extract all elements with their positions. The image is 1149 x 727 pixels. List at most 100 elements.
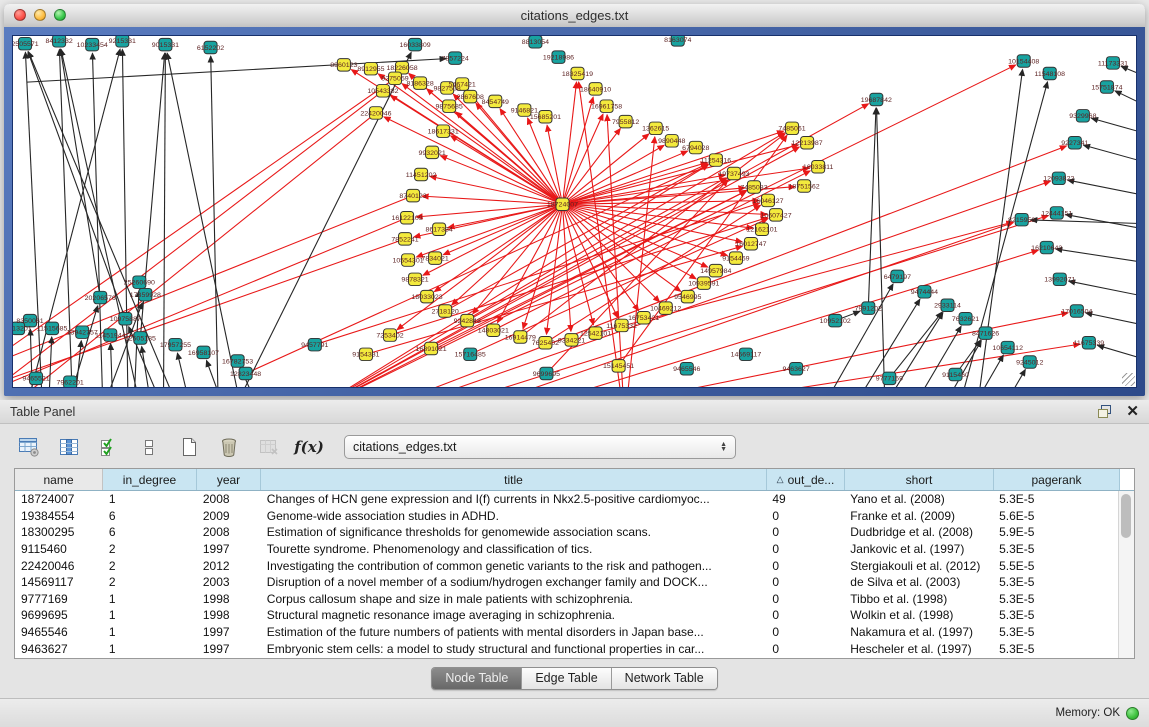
graph-node-label: 15716485	[455, 352, 486, 359]
scrollbar-thumb[interactable]	[1121, 494, 1131, 538]
status-bar: Memory: OK	[0, 698, 1149, 727]
table-row[interactable]: 1872400712008Changes of HCN gene express…	[15, 491, 1119, 508]
resize-grip[interactable]	[1122, 373, 1135, 386]
cell: 1	[103, 492, 197, 506]
zoom-window-button[interactable]	[54, 9, 66, 21]
cell: 9777169	[15, 592, 103, 606]
delete-column-icon[interactable]	[216, 434, 242, 460]
close-panel-icon[interactable]: ✕	[1126, 404, 1139, 419]
graph-node-label: 18226058	[386, 65, 417, 72]
graph-node-label: 9015331	[152, 42, 179, 49]
graph-node-label: 10233454	[77, 42, 108, 49]
graph-node-label: 15145451	[603, 363, 634, 370]
screen: citations_edges.txt 18724007896012389129…	[0, 0, 1149, 727]
graph-edge	[562, 97, 593, 204]
delete-table-icon	[256, 434, 282, 460]
column-header-year[interactable]: year	[197, 469, 261, 490]
cell: 1997	[197, 542, 261, 556]
cell: Investigating the contribution of common…	[261, 559, 767, 573]
graph-node-label: 17016504	[1061, 309, 1092, 316]
graph-node-label: 9227341	[1061, 140, 1088, 147]
cell: 22420046	[15, 559, 103, 573]
table-row[interactable]: 969969511998Structural magnetic resonanc…	[15, 607, 1119, 624]
graph-node-label: 8960123	[330, 62, 357, 69]
graph-node-label: 9546995	[674, 294, 701, 301]
column-header-pagerank[interactable]: pagerank	[994, 469, 1120, 490]
table-row[interactable]: 2242004622012Investigating the contribut…	[15, 557, 1119, 574]
cell: 2009	[197, 509, 261, 523]
graph-node-label: 15751874	[1091, 84, 1122, 91]
graph-node-label: 8454749	[482, 99, 509, 106]
graph-node-label: 7852241	[391, 236, 418, 243]
network-window-titlebar[interactable]: citations_edges.txt	[4, 4, 1145, 28]
cell: 1	[103, 625, 197, 639]
graph-node-label: 16753421	[628, 315, 659, 322]
table-selector-dropdown[interactable]: citations_edges.txt ▲▼	[344, 435, 736, 459]
graph-node-label: 2867608	[457, 94, 484, 101]
graph-node-label: 10952102	[820, 318, 851, 325]
graph-node-label: 16961758	[591, 104, 622, 111]
graph-node-label: 20206576	[85, 295, 116, 302]
float-panel-icon[interactable]	[1098, 405, 1112, 418]
graph-edge	[1069, 281, 1136, 296]
column-header-out_de[interactable]: △out_de...	[767, 469, 845, 490]
table-row[interactable]: 946554611997Estimation of the future num…	[15, 624, 1119, 641]
graph-edge	[1097, 345, 1136, 358]
graph-edge	[562, 82, 576, 204]
table-row[interactable]: 977716911998Corpus callosum shape and si…	[15, 591, 1119, 608]
graph-edge	[1115, 91, 1136, 103]
new-column-icon[interactable]	[176, 434, 202, 460]
graph-node-label: 16033809	[399, 42, 430, 49]
graph-edge	[562, 204, 696, 279]
column-header-title[interactable]: title	[261, 469, 767, 490]
graph-node-label: 10607427	[760, 212, 791, 219]
graph-node-label: 16012747	[735, 241, 766, 248]
column-header-short[interactable]: short	[845, 469, 994, 490]
graph-node-label: 19737493	[718, 171, 749, 178]
graph-node-label: 9334221	[558, 337, 585, 344]
tab-node-table[interactable]: Node Table	[432, 668, 522, 689]
show-columns-icon[interactable]	[56, 434, 82, 460]
minimize-window-button[interactable]	[34, 9, 46, 21]
graph-node-label: 8215958	[1008, 217, 1035, 224]
table-row[interactable]: 1456911722003Disruption of a novel membe…	[15, 574, 1119, 591]
table-row[interactable]: 1938455462009Genome-wide association stu…	[15, 508, 1119, 525]
graph-node-label: 9465521	[22, 376, 49, 383]
table-row[interactable]: 946362711997Embryonic stem cells: a mode…	[15, 640, 1119, 657]
graph-edge	[877, 108, 886, 387]
graph-node-label: 2505571	[13, 41, 39, 48]
column-header-in_degree[interactable]: in_degree	[103, 469, 197, 490]
graph-node-label: 9154331	[352, 352, 379, 359]
graph-edge	[815, 284, 893, 387]
memory-status-label: Memory: OK	[1055, 707, 1120, 719]
graph-node-label: 18724007	[547, 202, 578, 209]
graph-node-label: 16210643	[1031, 245, 1062, 252]
cell: Disruption of a novel member of a sodium…	[261, 575, 767, 589]
select-columns-icon[interactable]	[96, 434, 122, 460]
close-window-button[interactable]	[14, 9, 26, 21]
cell: 2008	[197, 492, 261, 506]
graph-node-label: 16122109	[391, 215, 422, 222]
tab-edge-table[interactable]: Edge Table	[522, 668, 611, 689]
graph-node-label: 12162101	[746, 227, 777, 234]
table-row[interactable]: 1830029562008Estimation of significance …	[15, 524, 1119, 541]
cell: 5.9E-5	[993, 525, 1119, 539]
graph-node-label: 10543382	[367, 88, 398, 95]
column-header-name[interactable]: name	[15, 469, 103, 490]
table-mode-icon[interactable]	[16, 434, 42, 460]
tab-network-table[interactable]: Network Table	[612, 668, 717, 689]
table-row[interactable]: 911546021997Tourette syndrome. Phenomeno…	[15, 541, 1119, 558]
vertical-scrollbar[interactable]	[1118, 491, 1134, 658]
cell: 1	[103, 592, 197, 606]
graph-node-label: 7632621	[952, 316, 979, 323]
graph-edge	[1084, 145, 1136, 161]
cell: 9115460	[15, 542, 103, 556]
cell: 9463627	[15, 642, 103, 656]
function-builder-icon[interactable]: f(x)	[296, 434, 322, 460]
graph-node-label: 9154469	[722, 256, 749, 263]
network-canvas[interactable]: 1872400789601238912955182260589275059105…	[13, 36, 1136, 387]
row-toggle-icon[interactable]	[136, 434, 162, 460]
cell: 2	[103, 542, 197, 556]
panel-title: Table Panel	[10, 405, 75, 419]
cell: 19384554	[15, 509, 103, 523]
